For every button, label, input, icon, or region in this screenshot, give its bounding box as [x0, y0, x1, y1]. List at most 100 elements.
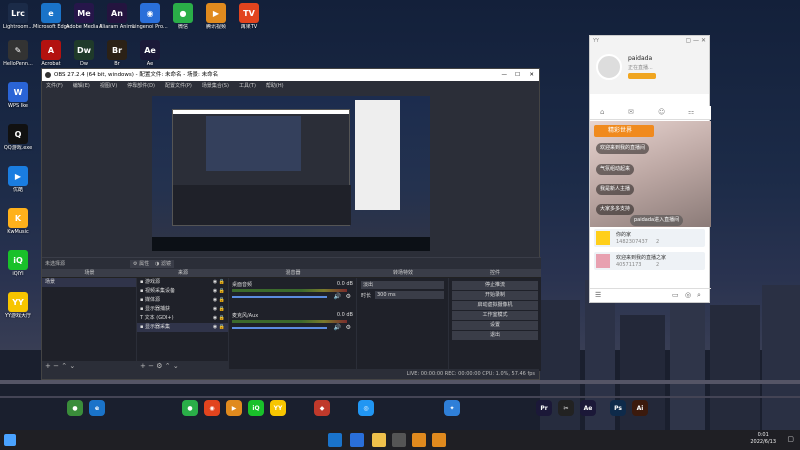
visibility-icon[interactable]: ◉ 🔒: [213, 278, 228, 287]
filters-button[interactable]: ◑ 滤镜: [152, 260, 174, 268]
yy-icon[interactable]: YY: [270, 400, 286, 416]
source-item[interactable]: ▪ 显示器捕获 ◉ 🔒: [137, 305, 228, 314]
scene-item[interactable]: 场景: [42, 278, 136, 287]
menu-file[interactable]: 文件(F): [46, 81, 63, 91]
studio-mode-button[interactable]: 工作室模式: [452, 311, 538, 320]
minimize-icon[interactable]: —: [502, 69, 508, 81]
obs-titlebar[interactable]: OBS 27.2.4 (64 bit, windows) - 配置文件: 未命名…: [42, 69, 539, 81]
taskbar-store-icon[interactable]: [350, 433, 364, 447]
duration-input[interactable]: 300 ms: [375, 291, 444, 299]
edge-icon[interactable]: e: [89, 400, 105, 416]
desktop-shortcut[interactable]: Q QQ游戏.exe: [0, 124, 36, 151]
desktop-shortcut[interactable]: Lrc Lightroom...: [0, 3, 36, 30]
channel-card[interactable]: 欢迎来到我的直播之家 40571173 2: [594, 252, 705, 270]
taskbar-app-icon[interactable]: [412, 433, 426, 447]
menu-view[interactable]: 视图(V): [100, 81, 117, 91]
taskbar-clock[interactable]: 0:01 2022/6/13: [750, 432, 776, 446]
desktop-shortcut[interactable]: MeAdobe Media Enc...: [66, 3, 102, 30]
source-item[interactable]: ▪ 游戏源 ◉ 🔒: [137, 278, 228, 287]
menu-docks[interactable]: 停靠部件(D): [127, 81, 155, 91]
bird-icon[interactable]: ✦: [444, 400, 460, 416]
message-icon[interactable]: ✉: [628, 108, 634, 116]
search-icon[interactable]: ⌕: [697, 291, 701, 300]
avatar[interactable]: [596, 54, 622, 80]
desktop-shortcut[interactable]: ▶ 优酷: [0, 166, 36, 193]
visibility-icon[interactable]: ◉ 🔒: [213, 287, 228, 296]
desktop-shortcut[interactable]: ✎ HelloPenn...: [0, 40, 36, 67]
virtual-camera-button[interactable]: 启动虚拟摄像机: [452, 301, 538, 310]
premiere-icon[interactable]: Pr: [536, 400, 552, 416]
steam-icon[interactable]: ◎: [358, 400, 374, 416]
home-icon[interactable]: ⌂: [600, 108, 604, 116]
menu-icon[interactable]: ☰: [595, 291, 601, 299]
menu-profile[interactable]: 配置文件(P): [165, 81, 192, 91]
taskbar-obs-icon[interactable]: [392, 433, 406, 447]
properties-button[interactable]: ⚙ 属性: [130, 260, 153, 268]
desktop-shortcut[interactable]: ● 微信: [165, 3, 201, 30]
video-icon[interactable]: ▭: [672, 291, 679, 299]
apps-icon[interactable]: ⚏: [688, 108, 694, 116]
start-recording-button[interactable]: 开始录制: [452, 291, 538, 300]
notification-icon[interactable]: ▢: [787, 435, 794, 443]
desktop-shortcut[interactable]: K KwMusic: [0, 208, 36, 235]
iqiyi-icon[interactable]: iQ: [248, 400, 264, 416]
volume-slider[interactable]: [232, 327, 327, 329]
exit-button[interactable]: 退出: [452, 331, 538, 340]
source-item[interactable]: ▪ 视频采集设备 ◉ 🔒: [137, 287, 228, 296]
obs-preview[interactable]: [152, 96, 430, 251]
photoshop-icon[interactable]: Ps: [610, 400, 626, 416]
contacts-icon[interactable]: ☺: [658, 108, 665, 116]
desktop-shortcut[interactable]: ◉ Lingenoi Pro...: [132, 3, 168, 30]
netease-icon[interactable]: ◉: [204, 400, 220, 416]
menu-help[interactable]: 帮助(H): [266, 81, 284, 91]
settings-button[interactable]: 设置: [452, 321, 538, 330]
video-app-icon[interactable]: ▶: [226, 400, 242, 416]
maximize-icon[interactable]: ☐: [515, 69, 520, 81]
gear-icon[interactable]: ⚙: [346, 293, 351, 300]
stop-streaming-button[interactable]: 停止推流: [452, 281, 538, 290]
menu-tools[interactable]: 工具(T): [239, 81, 256, 91]
desktop-shortcut[interactable]: iQ iQIYI: [0, 250, 36, 277]
gear-icon[interactable]: ⚙: [346, 324, 351, 331]
taskbar-folder-icon[interactable]: [372, 433, 386, 447]
visibility-icon[interactable]: ◉ 🔒: [213, 314, 228, 323]
settings-icon[interactable]: ◎: [685, 291, 691, 299]
source-item[interactable]: ▪ 媒体源 ◉ 🔒: [137, 296, 228, 305]
source-item[interactable]: T 文本 (GDI+) ◉ 🔒: [137, 314, 228, 323]
game-icon[interactable]: ◆: [314, 400, 330, 416]
desktop-shortcut[interactable]: YY YY游戏大厅: [0, 292, 36, 319]
taskbar-edge-icon[interactable]: [328, 433, 342, 447]
after-effects-icon[interactable]: Ae: [580, 400, 596, 416]
yy-window[interactable]: YY ▢ — ✕ paidada 正在直播... ⌂ ✉ ☺ ⚏ 精彩世界 欢迎…: [589, 35, 711, 303]
visibility-icon[interactable]: ◉ 🔒: [213, 296, 228, 305]
close-icon[interactable]: ✕: [529, 69, 534, 81]
menu-scene-collection[interactable]: 场景集合(S): [202, 81, 229, 91]
obs-window[interactable]: OBS 27.2.4 (64 bit, windows) - 配置文件: 未命名…: [41, 68, 541, 380]
desktop-shortcut[interactable]: ▶ 腾讯视频: [198, 3, 234, 30]
taskbar-app-icon[interactable]: [432, 433, 446, 447]
windows-start-icon[interactable]: [4, 434, 16, 446]
speaker-icon[interactable]: 🔊: [334, 293, 341, 300]
desktop-shortcut[interactable]: W WPS Ike: [0, 82, 36, 109]
illustrator-icon[interactable]: Ai: [632, 400, 648, 416]
desktop-shortcut[interactable]: A Acrobat: [33, 40, 69, 67]
volume-slider[interactable]: [232, 296, 327, 298]
menu-edit[interactable]: 编辑(E): [73, 81, 90, 91]
channel-card[interactable]: 你的家 1482307437 2: [594, 229, 705, 247]
desktop-shortcut[interactable]: Ae Ae: [132, 40, 168, 67]
capcut-icon[interactable]: ✂: [558, 400, 574, 416]
window-controls-icon[interactable]: ▢ — ✕: [685, 37, 706, 44]
transition-select[interactable]: 淡出: [361, 281, 444, 289]
desktop-shortcut[interactable]: TV 苒果TV: [231, 3, 267, 30]
wechat-icon[interactable]: ●: [182, 400, 198, 416]
visibility-icon[interactable]: ◉ 🔒: [213, 305, 228, 314]
desktop-shortcut[interactable]: Br Br: [99, 40, 135, 67]
desktop-shortcut[interactable]: AnAliaram Animate...: [99, 3, 135, 30]
desktop-shortcut[interactable]: e Microsoft Edge: [33, 3, 69, 30]
live-banner[interactable]: 精彩世界 欢迎来到我的直播间 气氛组动起来 我是新人主播 大家多多支持 paid…: [590, 121, 711, 227]
speaker-icon[interactable]: 🔊: [334, 324, 341, 331]
chrome-icon[interactable]: ●: [67, 400, 83, 416]
source-item[interactable]: ▪ 显示器采集 ◉ 🔒: [137, 323, 228, 332]
visibility-icon[interactable]: ◉ 🔒: [213, 323, 228, 332]
desktop-shortcut[interactable]: Dw Dw: [66, 40, 102, 67]
